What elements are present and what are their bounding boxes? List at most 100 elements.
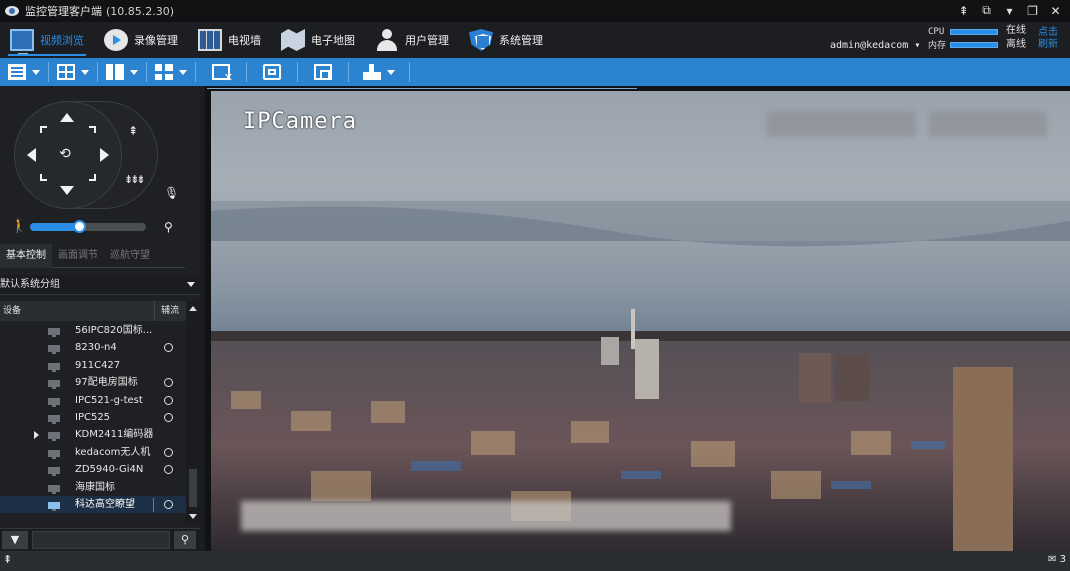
- toolbar-divider: [409, 62, 410, 82]
- nav-label: 电子地图: [311, 34, 355, 47]
- nav-video-browse[interactable]: 视频浏览: [0, 22, 94, 58]
- pan-up-icon[interactable]: [60, 113, 74, 122]
- zoom-out-icon[interactable]: ⇟⇟⇟: [124, 173, 146, 186]
- close-icon[interactable]: ✕: [1047, 2, 1064, 19]
- pan-down-icon[interactable]: [60, 186, 74, 195]
- device-list-scrollbar[interactable]: [186, 301, 200, 523]
- camera-icon: [48, 380, 60, 390]
- record-status-icon[interactable]: [164, 412, 173, 422]
- account-menu[interactable]: admin@kedacom ▾: [830, 40, 920, 51]
- expand-arrow-icon[interactable]: [34, 431, 39, 440]
- device-name: IPC521-g-test: [75, 394, 143, 406]
- ptz-speed-slider[interactable]: [30, 220, 146, 233]
- nav-label: 视频浏览: [40, 34, 84, 47]
- device-search-input[interactable]: [32, 531, 170, 549]
- tv-wall-icon: [198, 29, 222, 51]
- refresh-label: 点击刷新: [1038, 27, 1058, 50]
- device-name: 海康国标: [75, 481, 115, 493]
- tab-cruise[interactable]: 巡航守望: [104, 244, 156, 268]
- slider-handle[interactable]: [72, 220, 86, 233]
- device-row[interactable]: 56IPC820国标...: [0, 322, 186, 339]
- group-select[interactable]: 默认系统分组: [0, 275, 200, 295]
- record-status-icon[interactable]: [164, 465, 173, 475]
- zoom-in-icon[interactable]: ⇞: [128, 124, 138, 138]
- video-stream[interactable]: IPCamera: [211, 91, 1070, 551]
- camera-icon: [48, 501, 60, 511]
- record-status-icon[interactable]: [164, 499, 173, 509]
- camera-icon: [48, 362, 60, 372]
- tab-image-adjust[interactable]: 画面调节: [52, 244, 104, 268]
- pan-left-icon[interactable]: [27, 148, 36, 162]
- film-layout-button[interactable]: [0, 58, 48, 86]
- maximize-icon[interactable]: ❐: [1024, 2, 1041, 19]
- device-row[interactable]: 8230-n4: [0, 339, 186, 356]
- nav-label: 系统管理: [499, 34, 543, 47]
- blurred-timestamp: [929, 111, 1047, 137]
- filter-icon[interactable]: ▼: [2, 531, 28, 549]
- device-row[interactable]: ZD5940-Gi4N: [0, 461, 186, 478]
- scroll-thumb[interactable]: [189, 469, 197, 507]
- window-version: (10.85.2.30): [106, 4, 175, 18]
- device-row[interactable]: KDM2411编码器: [0, 426, 186, 443]
- camera-icon: [48, 449, 60, 459]
- col-device: 设备: [3, 306, 22, 316]
- search-icon[interactable]: ⚲: [174, 531, 196, 549]
- microphone-icon[interactable]: 🎙: [164, 186, 179, 200]
- scroll-up-icon[interactable]: [189, 306, 197, 311]
- corner-mark: [89, 174, 96, 181]
- collapse-icon[interactable]: ⇞: [3, 553, 12, 566]
- quad-layout-button[interactable]: [147, 58, 195, 86]
- window-controls: ⇞ ⧉ ▾ ❐ ✕: [955, 2, 1064, 19]
- expand-icon[interactable]: ⇞: [955, 2, 972, 19]
- nav-system[interactable]: 系统管理: [459, 22, 553, 58]
- refresh-button[interactable]: 点击刷新: [1037, 27, 1059, 51]
- monitor-icon: [10, 29, 34, 55]
- record-status-icon[interactable]: [164, 343, 173, 353]
- record-status-icon[interactable]: [164, 378, 173, 388]
- reset-icon[interactable]: ⟲: [59, 146, 71, 162]
- message-indicator[interactable]: ✉ 3: [1048, 554, 1066, 565]
- tab-basic-control[interactable]: 基本控制: [0, 244, 52, 268]
- record-status-icon[interactable]: [164, 447, 173, 457]
- camera-icon: [48, 432, 60, 442]
- location-pin-icon[interactable]: ⚲: [164, 220, 173, 234]
- col-aux-stream: 辅流: [154, 301, 179, 321]
- selection-marker: [153, 497, 154, 512]
- grid-layout-icon: [57, 64, 75, 80]
- nav-map[interactable]: 电子地图: [271, 22, 365, 58]
- device-row[interactable]: 科达高空瞭望: [0, 495, 186, 514]
- camera-icon: [48, 328, 60, 337]
- nav-user[interactable]: 用户管理: [365, 22, 459, 58]
- nav-tv-wall[interactable]: 电视墙: [188, 22, 271, 58]
- device-name: IPC525: [75, 411, 111, 423]
- corner-mark: [40, 174, 47, 181]
- fullscreen-icon: [263, 64, 281, 80]
- close-window-button[interactable]: [196, 58, 246, 86]
- camera-icon: [48, 467, 60, 477]
- mem-bar: [950, 41, 998, 48]
- shrink-button[interactable]: [298, 58, 348, 86]
- device-row[interactable]: IPC521-g-test: [0, 392, 186, 409]
- grid-layout-button[interactable]: [49, 58, 97, 86]
- fullscreen-button[interactable]: [247, 58, 297, 86]
- offline-label: 离线: [1006, 39, 1026, 50]
- pan-right-icon[interactable]: [100, 148, 109, 162]
- record-status-icon[interactable]: [164, 395, 173, 405]
- device-row[interactable]: 海康国标: [0, 479, 186, 496]
- panel-layout-icon: [106, 64, 124, 80]
- device-row[interactable]: IPC525: [0, 409, 186, 426]
- scroll-down-icon[interactable]: [189, 514, 197, 519]
- nav-recording[interactable]: 录像管理: [94, 22, 188, 58]
- restore-icon[interactable]: ⧉: [978, 2, 995, 19]
- dropdown-icon[interactable]: ▾: [1001, 2, 1018, 19]
- device-row[interactable]: kedacom无人机: [0, 444, 186, 461]
- brush-button[interactable]: [349, 58, 409, 86]
- device-row[interactable]: 911C427: [0, 357, 186, 374]
- chevron-down-icon: [81, 69, 89, 75]
- shield-icon: [469, 29, 493, 51]
- device-list: 56IPC820国标... 8230-n4 911C427 97配电房国标 IPC521…: [0, 322, 186, 518]
- device-row[interactable]: 97配电房国标: [0, 374, 186, 391]
- online-label: 在线: [1006, 25, 1026, 36]
- window-outline: [207, 88, 637, 89]
- panel-layout-button[interactable]: [98, 58, 146, 86]
